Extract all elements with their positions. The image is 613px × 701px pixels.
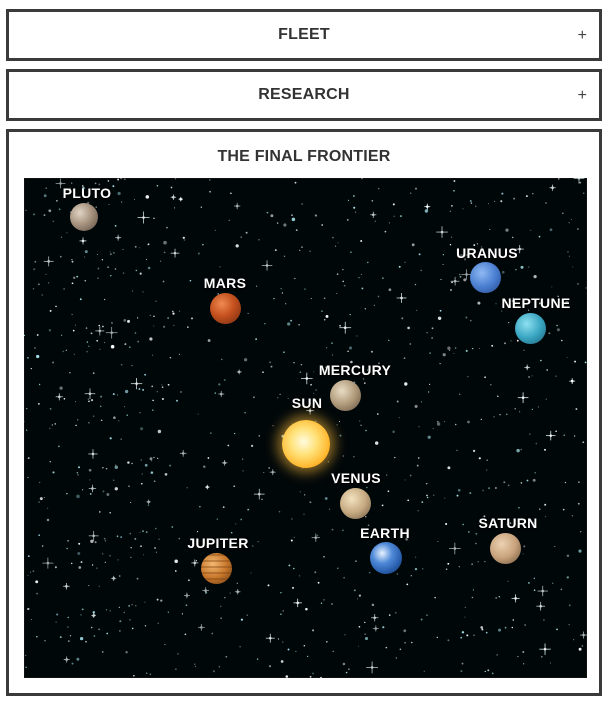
jupiter-label: JUPITER — [187, 535, 249, 551]
fleet-panel-title[interactable]: FLEET — [9, 26, 599, 44]
fleet-expand-icon[interactable]: + — [578, 28, 587, 44]
fleet-panel[interactable]: FLEET + — [6, 9, 602, 61]
frontier-panel: THE FINAL FRONTIER PLUTO MARS URANUS NEP… — [6, 129, 602, 696]
uranus-icon[interactable] — [470, 262, 501, 293]
star-map: PLUTO MARS URANUS NEPTUNE MERCURY SUN VE… — [24, 178, 587, 678]
pluto-icon[interactable] — [70, 203, 98, 231]
sun-label: SUN — [291, 395, 323, 411]
saturn-label: SATURN — [478, 515, 538, 531]
research-panel-title[interactable]: RESEARCH — [9, 86, 599, 104]
venus-icon[interactable] — [340, 488, 371, 519]
mars-label: MARS — [203, 275, 247, 291]
research-panel[interactable]: RESEARCH + — [6, 69, 602, 121]
research-expand-icon[interactable]: + — [578, 88, 587, 104]
saturn-icon[interactable] — [490, 533, 521, 564]
uranus-label: URANUS — [456, 245, 518, 261]
earth-label: EARTH — [360, 525, 410, 541]
mercury-label: MERCURY — [318, 362, 392, 378]
neptune-label: NEPTUNE — [501, 295, 571, 311]
venus-label: VENUS — [331, 470, 381, 486]
pluto-label: PLUTO — [62, 185, 112, 201]
neptune-icon[interactable] — [515, 313, 546, 344]
mercury-icon[interactable] — [330, 380, 361, 411]
sun-icon[interactable] — [282, 420, 330, 468]
jupiter-icon[interactable] — [201, 553, 232, 584]
earth-icon[interactable] — [370, 542, 402, 574]
mars-icon[interactable] — [210, 293, 241, 324]
frontier-panel-title: THE FINAL FRONTIER — [217, 148, 391, 165]
